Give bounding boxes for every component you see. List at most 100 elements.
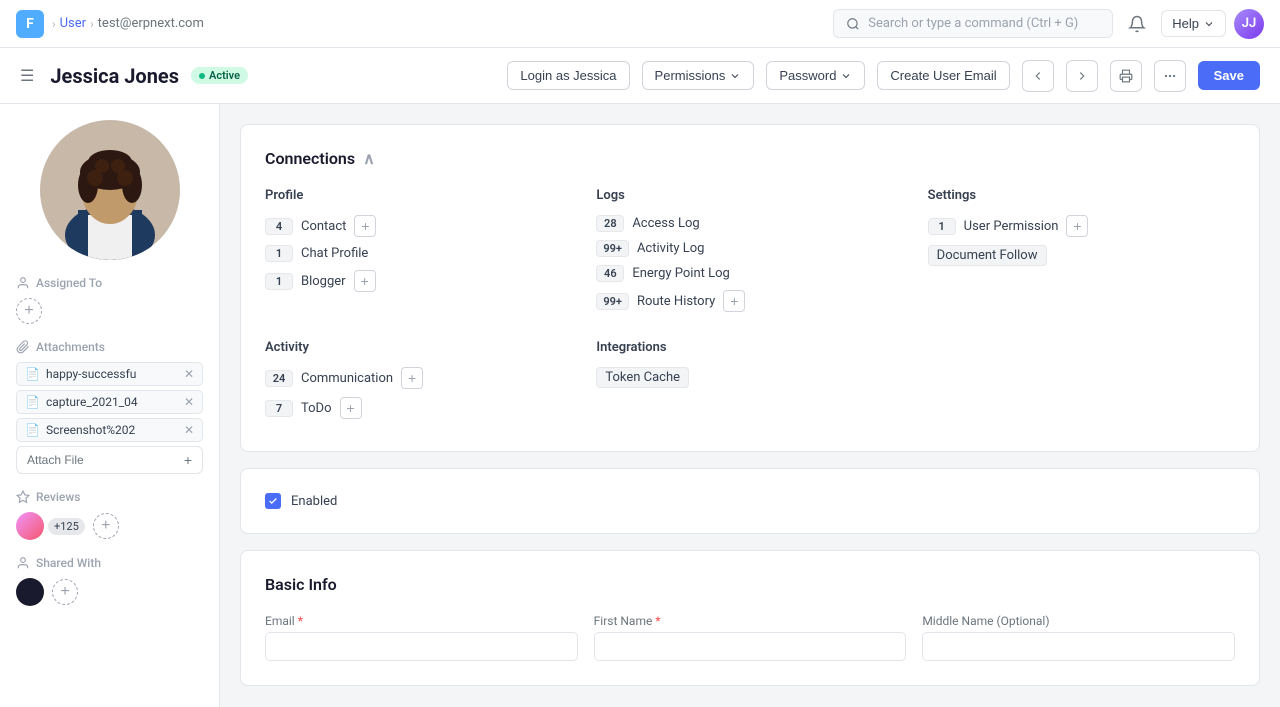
password-button[interactable]: Password — [766, 61, 865, 90]
shared-with-avatar — [16, 578, 44, 606]
breadcrumb-current: test@erpnext.com — [98, 16, 204, 31]
notification-button[interactable] — [1121, 8, 1153, 40]
add-todo-button[interactable]: + — [340, 397, 362, 419]
save-button[interactable]: Save — [1198, 61, 1260, 90]
email-input[interactable] — [265, 632, 578, 661]
activity-column: Activity 24 Communication + 7 ToDo + — [265, 340, 572, 427]
help-button[interactable]: Help — [1161, 10, 1226, 37]
attachment-item: 📄 Screenshot%202 ✕ — [16, 418, 203, 442]
first-name-required: * — [655, 614, 660, 628]
add-review-button[interactable]: + — [93, 513, 119, 539]
enabled-label: Enabled — [291, 494, 337, 509]
remove-attachment-0[interactable]: ✕ — [184, 367, 194, 381]
attach-file-plus-icon: + — [184, 452, 192, 468]
search-icon — [846, 17, 860, 31]
activity-integrations-grid: Activity 24 Communication + 7 ToDo + Int… — [265, 340, 1235, 427]
remove-attachment-1[interactable]: ✕ — [184, 395, 194, 409]
add-communication-button[interactable]: + — [401, 367, 423, 389]
search-bar[interactable]: Search or type a command (Ctrl + G) — [833, 9, 1113, 38]
basic-info-form: Email * First Name * Middle Name (Option… — [265, 614, 1235, 661]
breadcrumb: › User › test@erpnext.com — [52, 16, 204, 31]
permissions-button[interactable]: Permissions — [642, 61, 755, 90]
settings-section-title: Settings — [928, 188, 1235, 203]
first-name-input[interactable] — [594, 632, 907, 661]
integrations-section-title: Integrations — [596, 340, 903, 355]
person-icon — [16, 276, 30, 290]
email-required: * — [298, 614, 303, 628]
attachments-label: Attachments — [16, 340, 203, 354]
chevron-right-icon — [1075, 69, 1089, 83]
breadcrumb-user-link[interactable]: User — [60, 16, 86, 31]
chevron-down-icon — [1203, 18, 1215, 30]
add-user-permission-button[interactable]: + — [1066, 215, 1088, 237]
remove-attachment-2[interactable]: ✕ — [184, 423, 194, 437]
basic-info-card: Basic Info Email * First Name * — [240, 550, 1260, 686]
first-name-field: First Name * — [594, 614, 907, 661]
email-field: Email * — [265, 614, 578, 661]
top-navigation: F › User › test@erpnext.com Search or ty… — [0, 0, 1280, 48]
enabled-section: Enabled — [265, 493, 1235, 509]
connections-collapse-button[interactable]: ∧ — [363, 149, 375, 168]
logs-section-title: Logs — [596, 188, 903, 203]
user-avatar[interactable]: JJ — [1234, 9, 1264, 39]
review-count: +125 — [48, 518, 85, 535]
middle-name-field: Middle Name (Optional) — [922, 614, 1235, 661]
add-contact-button[interactable]: + — [354, 215, 376, 237]
next-button[interactable] — [1066, 60, 1098, 92]
hamburger-icon[interactable]: ☰ — [20, 66, 34, 85]
connections-grid: Profile 4 Contact + 1 Chat Profile 1 Blo… — [265, 188, 1235, 320]
user-permission-item: 1 User Permission + — [928, 215, 1235, 237]
enabled-checkbox[interactable] — [265, 493, 281, 509]
search-placeholder: Search or type a command (Ctrl + G) — [868, 16, 1078, 31]
check-icon — [268, 496, 278, 506]
blogger-item: 1 Blogger + — [265, 270, 572, 292]
more-horizontal-icon — [1163, 69, 1177, 83]
page-title: Jessica Jones — [50, 64, 179, 88]
shared-with-label: Shared With — [16, 556, 203, 570]
empty-column — [928, 340, 1235, 427]
status-badge: Active — [191, 67, 248, 84]
status-dot — [199, 73, 205, 79]
reviewer-avatar — [16, 512, 44, 540]
profile-image — [40, 120, 180, 260]
attachment-item: 📄 capture_2021_04 ✕ — [16, 390, 203, 414]
attachment-doc-icon: 📄 — [25, 395, 40, 409]
basic-info-header: Basic Info — [265, 575, 1235, 594]
logs-column: Logs 28 Access Log 99+ Activity Log 46 E… — [596, 188, 903, 320]
login-as-jessica-button[interactable]: Login as Jessica — [507, 61, 629, 90]
star-icon — [16, 490, 30, 504]
attach-file-button[interactable]: Attach File + — [16, 446, 203, 474]
add-assigned-to-button[interactable]: + — [16, 298, 42, 324]
print-icon — [1119, 69, 1133, 83]
reviews-section: Reviews +125 + — [16, 490, 203, 540]
more-options-button[interactable] — [1154, 60, 1186, 92]
permissions-chevron-icon — [729, 70, 741, 82]
add-blogger-button[interactable]: + — [354, 270, 376, 292]
attachment-doc-icon: 📄 — [25, 367, 40, 381]
print-button[interactable] — [1110, 60, 1142, 92]
bell-icon — [1128, 15, 1146, 33]
profile-picture — [40, 120, 180, 260]
paperclip-icon — [16, 340, 30, 354]
middle-name-input[interactable] — [922, 632, 1235, 661]
activity-log-item: 99+ Activity Log — [596, 240, 903, 257]
reviews-label: Reviews — [16, 490, 203, 504]
create-user-email-button[interactable]: Create User Email — [877, 61, 1009, 90]
add-route-history-button[interactable]: + — [723, 290, 745, 312]
prev-button[interactable] — [1022, 60, 1054, 92]
shared-with-section: Shared With + — [16, 556, 203, 606]
access-log-item: 28 Access Log — [596, 215, 903, 232]
content-area: Connections ∧ Profile 4 Contact + 1 Chat… — [220, 104, 1280, 707]
todo-item: 7 ToDo + — [265, 397, 572, 419]
app-logo: F — [16, 10, 44, 38]
document-follow-item: Document Follow — [928, 245, 1235, 266]
profile-section-title: Profile — [265, 188, 572, 203]
assigned-to-label: Assigned To — [16, 276, 203, 290]
middle-name-label: Middle Name (Optional) — [922, 614, 1235, 628]
connections-card: Connections ∧ Profile 4 Contact + 1 Chat… — [240, 124, 1260, 452]
add-shared-with-button[interactable]: + — [52, 579, 78, 605]
connections-header: Connections ∧ — [265, 149, 1235, 168]
integrations-column: Integrations Token Cache — [596, 340, 903, 427]
contact-item: 4 Contact + — [265, 215, 572, 237]
page-header: ☰ Jessica Jones Active Login as Jessica … — [0, 48, 1280, 104]
